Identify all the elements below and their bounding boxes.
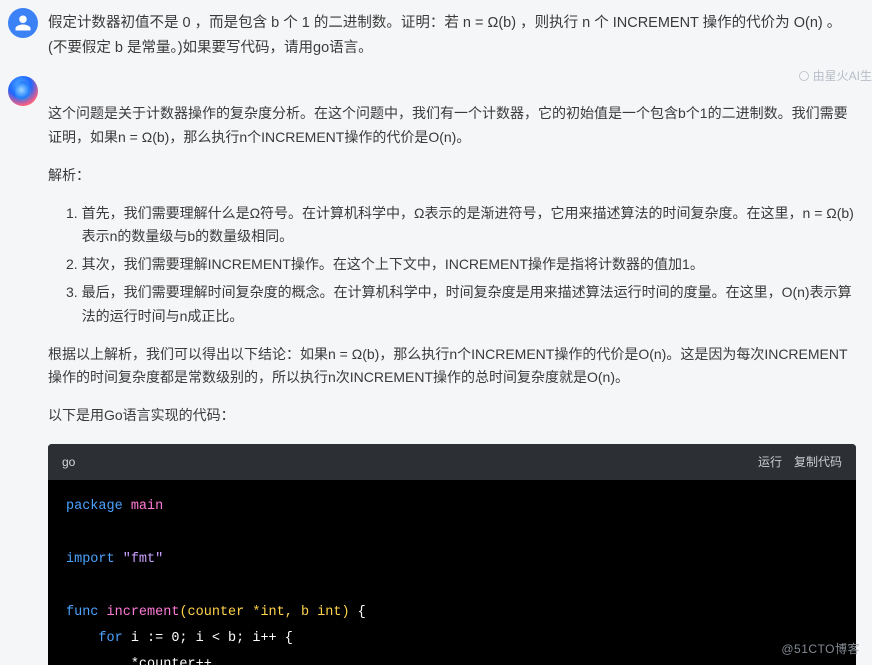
intro-para: 这个问题是关于计数器操作的复杂度分析。在这个问题中，我们有一个计数器，它的初始值… [48,102,856,150]
spark-icon [798,70,810,82]
watermark: @51CTO博客 [781,639,860,659]
list-item: 首先，我们需要理解什么是Ω符号。在计算机科学中，Ω表示的是渐进符号，它用来描述算… [82,202,856,250]
code-block: go 运行 复制代码 package main import "fmt" fun… [48,444,856,665]
ai-source-label: 由星火AI生 [813,66,872,86]
list-item: 最后，我们需要理解时间复杂度的概念。在计算机科学中，时间复杂度是用来描述算法运行… [82,281,856,329]
analysis-label: 解析： [48,164,856,188]
ai-source-tag: 由星火AI生 [798,66,872,86]
run-button[interactable]: 运行 [758,452,782,472]
ai-message: 由星火AI生 这个问题是关于计数器操作的复杂度分析。在这个问题中，我们有一个计数… [0,68,872,665]
list-item: 其次，我们需要理解INCREMENT操作。在这个上下文中，INCREMENT操作… [82,253,856,277]
code-actions: 运行 复制代码 [758,452,842,472]
user-icon [14,14,32,32]
code-body: package main import "fmt" func increment… [48,480,856,665]
code-lang-label: go [62,452,75,472]
ai-answer: 由星火AI生 这个问题是关于计数器操作的复杂度分析。在这个问题中，我们有一个计数… [48,76,856,665]
conclusion-para: 根据以上解析，我们可以得出以下结论：如果n = Ω(b)，那么执行n个INCRE… [48,343,856,391]
analysis-list: 首先，我们需要理解什么是Ω符号。在计算机科学中，Ω表示的是渐进符号，它用来描述算… [48,202,856,329]
copy-button[interactable]: 复制代码 [794,452,842,472]
question-text: 假定计数器初值不是 0 ，而是包含 b 个 1 的二进制数。证明：若 n = Ω… [48,8,856,60]
user-message: 假定计数器初值不是 0 ，而是包含 b 个 1 的二进制数。证明：若 n = Ω… [0,0,872,68]
code-header: go 运行 复制代码 [48,444,856,480]
user-avatar [8,8,38,38]
ai-avatar [8,76,38,106]
code-intro-para: 以下是用Go语言实现的代码： [48,404,856,428]
